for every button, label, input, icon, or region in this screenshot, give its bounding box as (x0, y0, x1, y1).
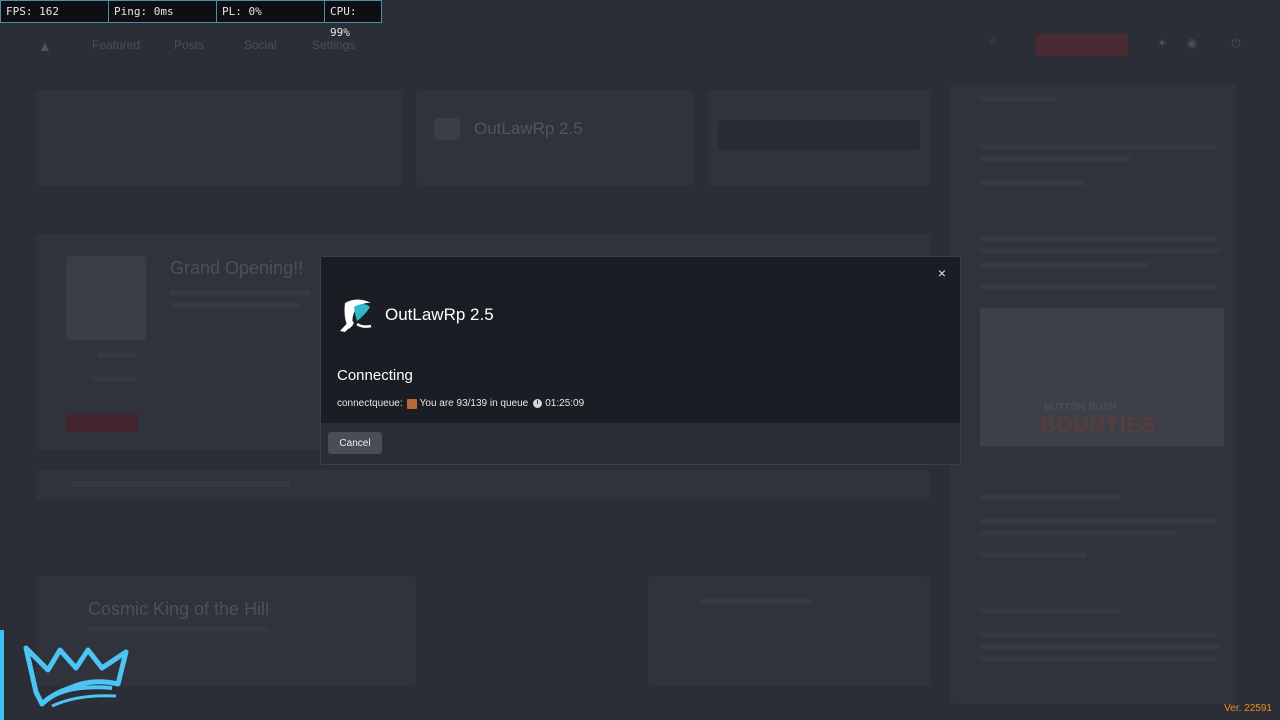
featured-server-logo (434, 118, 460, 140)
packet-loss-counter: PL: 0% (217, 1, 325, 22)
feed-line (980, 248, 1220, 254)
feed-line (980, 156, 1130, 162)
bottom-right-text (700, 598, 812, 604)
queue-timer: 01:25:09 (545, 398, 585, 409)
feed-line (980, 632, 1216, 638)
feed-line (980, 530, 1176, 536)
news-image (66, 256, 146, 340)
top-navigation: ▲ Featured Posts Social Settings ⌕ ✦ ◉ ⏻ (0, 22, 1280, 70)
accent-bar (0, 630, 4, 720)
nav-red-button[interactable] (1036, 34, 1128, 56)
nav-item[interactable]: Featured (92, 38, 140, 52)
news-line (170, 302, 300, 308)
search-icon[interactable]: ⌕ (990, 34, 996, 47)
news-title: Grand Opening!! (170, 258, 304, 278)
feed-line (980, 236, 1216, 242)
crown-logo-icon (23, 645, 129, 708)
clock-icon (533, 399, 543, 408)
queue-prefix: connectqueue: (337, 398, 403, 409)
feed-line (980, 144, 1216, 150)
settings-icon[interactable]: ✦ (1154, 36, 1170, 52)
cancel-button[interactable]: Cancel (328, 432, 382, 454)
account-icon[interactable]: ◉ (1184, 36, 1200, 52)
quick-connect-panel (36, 90, 402, 186)
feed-line (980, 518, 1216, 524)
feed-line (980, 608, 1120, 614)
feed-line (980, 262, 1150, 268)
close-icon[interactable]: × (932, 263, 952, 283)
feed-header (980, 96, 1056, 102)
feed-line (980, 494, 1120, 500)
status-title: Connecting (337, 367, 413, 384)
connecting-dialog: × OutLawRp 2.5 Connecting connectqueue: … (320, 256, 961, 465)
news-meta (98, 352, 136, 358)
feed-line (980, 552, 1086, 558)
cpu-counter: CPU: 99% (330, 5, 357, 39)
fps-counter: FPS: 162 (1, 1, 109, 22)
bottom-right-panel (648, 576, 930, 686)
slim-row-text (72, 481, 290, 487)
feed-line (980, 656, 1216, 662)
server-name: OutLawRp 2.5 (385, 305, 494, 324)
list-item-sub (88, 626, 268, 632)
bounties-label: BOUNTIES (1040, 414, 1157, 437)
dialog-header: OutLawRp 2.5 (337, 297, 494, 333)
exit-icon[interactable]: ⏻ (1228, 36, 1244, 52)
queue-status: connectqueue: You are 93/139 in queue 01… (337, 398, 584, 409)
feed-line (980, 180, 1086, 186)
nav-item[interactable]: Posts (174, 38, 204, 52)
bounties-sub-label: BUTTON RUSH (1044, 402, 1117, 413)
server-info-field (718, 120, 920, 150)
queue-position: You are 93/139 in queue (419, 398, 529, 409)
server-logo-icon (340, 299, 372, 332)
feed-line (980, 284, 1216, 290)
news-meta (92, 376, 136, 382)
version-label: Ver. 22591 (1224, 703, 1272, 714)
news-line (170, 290, 310, 296)
news-red-button[interactable] (66, 414, 138, 432)
app-logo-icon: ▲ (38, 38, 52, 54)
ping-counter: Ping: 0ms (109, 1, 217, 22)
queue-emoji-icon (406, 398, 417, 409)
list-item-title: Cosmic King of the Hill (88, 599, 270, 619)
featured-server-name: OutLawRp 2.5 (474, 119, 583, 138)
performance-overlay: FPS: 162 Ping: 0ms PL: 0% CPU: 99% (0, 0, 382, 39)
feed-line (980, 644, 1220, 650)
dialog-footer: Cancel (321, 423, 960, 464)
nav-item[interactable]: Social (244, 38, 277, 52)
